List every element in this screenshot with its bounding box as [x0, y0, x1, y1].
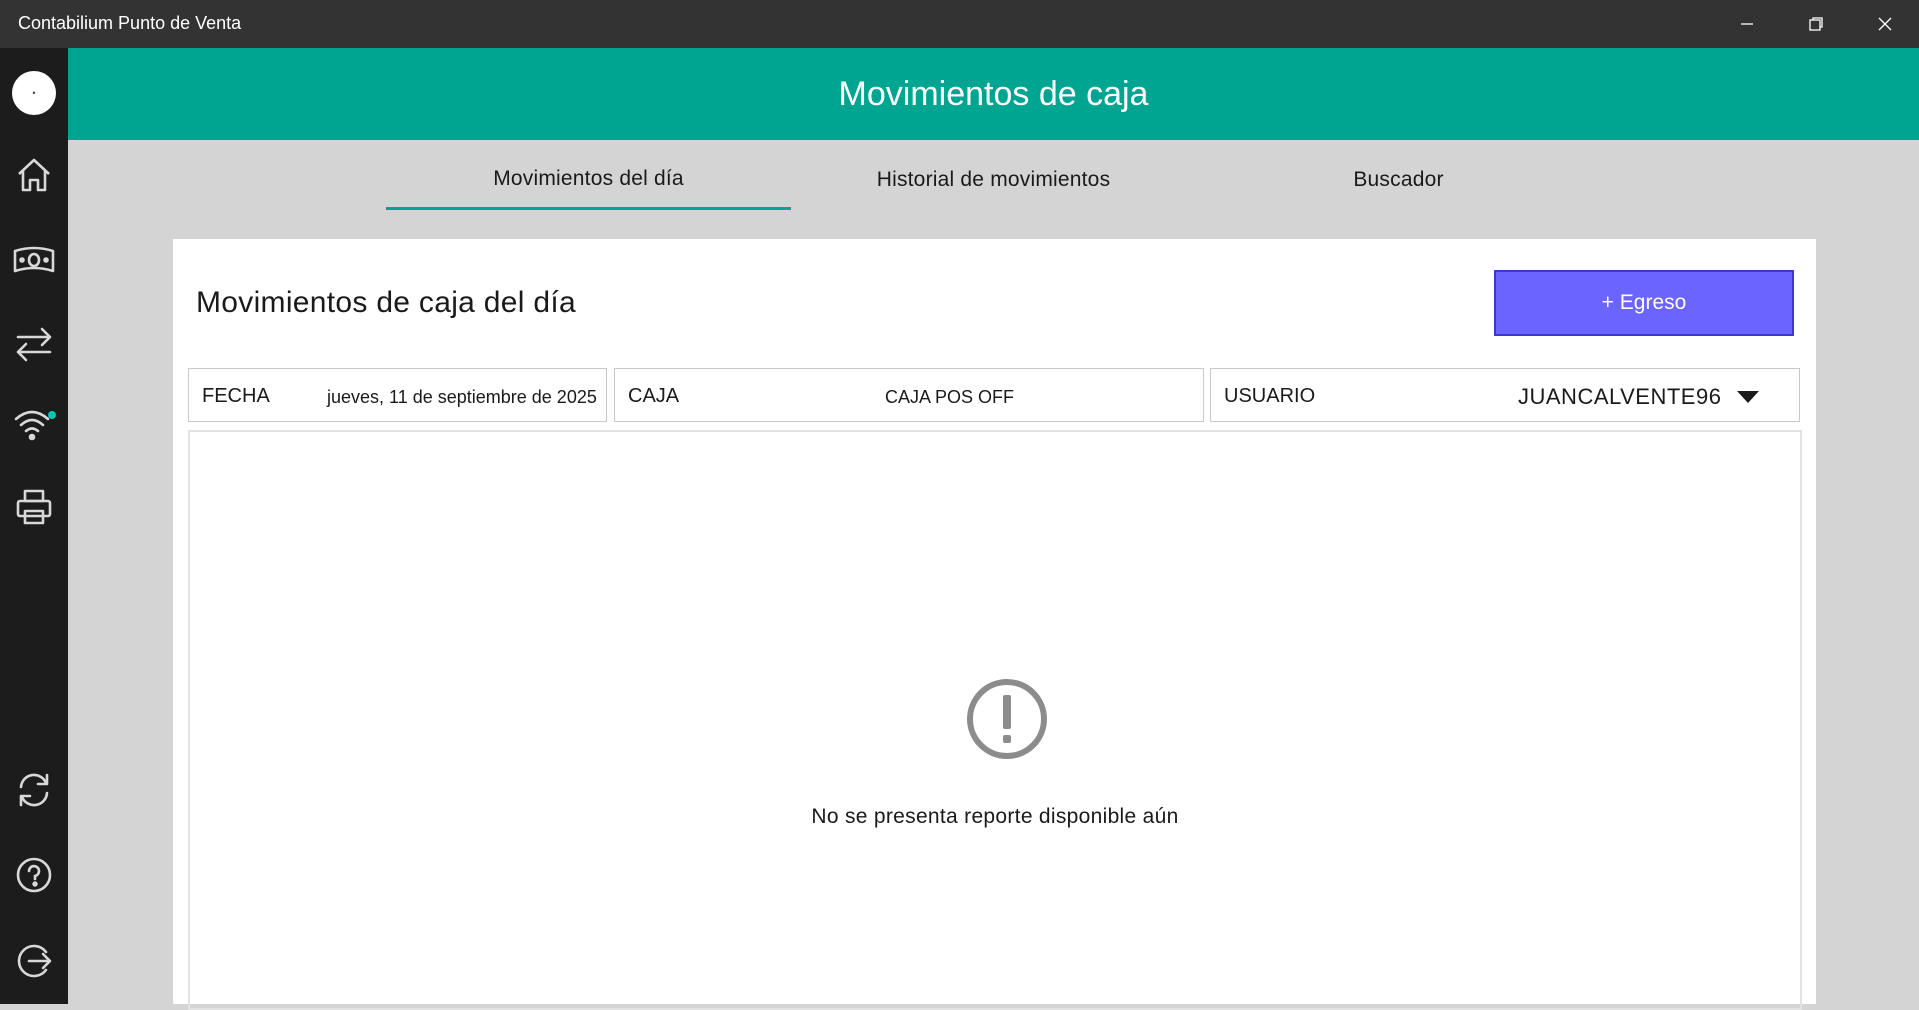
sidebar-item-connection[interactable] — [0, 391, 68, 459]
sidebar-item-print[interactable] — [0, 473, 68, 541]
sidebar-item-home[interactable] — [0, 141, 68, 209]
card-title: Movimientos de caja del día — [196, 286, 576, 319]
page-title: Movimientos de caja — [838, 74, 1149, 113]
tab-label: Buscador — [1353, 168, 1444, 191]
tab-label: Movimientos del día — [493, 166, 684, 190]
sidebar-item-logout[interactable] — [0, 927, 68, 995]
fecha-value: jueves, 11 de septiembre de 2025 — [327, 387, 597, 407]
tab-label: Historial de movimientos — [876, 168, 1111, 191]
tab-historial[interactable]: Historial de movimientos — [791, 150, 1196, 210]
empty-state-message: No se presenta reporte disponible aún — [811, 805, 1179, 828]
report-area: No se presenta reporte disponible aún — [188, 430, 1802, 1010]
fecha-filter[interactable]: FECHA jueves, 11 de septiembre de 2025 — [188, 368, 607, 422]
help-icon — [16, 857, 52, 893]
close-icon — [1878, 17, 1892, 31]
sidebar-item-help[interactable] — [0, 841, 68, 909]
caja-value: CAJA POS OFF — [885, 387, 1015, 407]
caja-label: CAJA — [628, 385, 680, 407]
usuario-select[interactable]: USUARIO JUANCALVENTE96 — [1210, 368, 1800, 422]
add-egreso-button[interactable]: + Egreso — [1494, 270, 1794, 336]
cash-icon — [13, 246, 55, 273]
printer-icon — [16, 489, 52, 525]
sync-icon — [19, 773, 49, 807]
caja-filter[interactable]: CAJA CAJA POS OFF — [614, 368, 1204, 422]
restore-button[interactable] — [1782, 0, 1850, 48]
window-title: Contabilium Punto de Venta — [18, 13, 242, 33]
restore-icon — [1809, 17, 1823, 31]
minimize-button[interactable] — [1713, 0, 1781, 48]
sidebar-item-sync[interactable] — [0, 756, 68, 824]
sidebar-item-cash[interactable] — [0, 226, 68, 294]
logout-icon — [17, 944, 52, 978]
status-dot — [48, 411, 56, 419]
exclamation-circle-icon — [967, 679, 1047, 759]
sidebar: • — [0, 48, 68, 1004]
chevron-down-icon — [1737, 391, 1759, 403]
fecha-label: FECHA — [202, 385, 270, 407]
usuario-label: USUARIO — [1224, 385, 1316, 407]
tab-movimientos-del-dia[interactable]: Movimientos del día — [386, 150, 791, 210]
home-icon — [18, 158, 50, 192]
user-avatar-button[interactable]: • — [0, 59, 68, 127]
sidebar-item-transfers[interactable] — [0, 310, 68, 378]
page-header: Movimientos de caja — [68, 48, 1919, 140]
avatar-text: • — [32, 88, 36, 98]
wifi-icon — [14, 410, 56, 441]
movements-card: Movimientos de caja del día + Egreso FEC… — [173, 239, 1816, 1010]
avatar: • — [12, 71, 56, 115]
usuario-value: JUANCALVENTE96 — [1518, 384, 1722, 409]
tab-buscador[interactable]: Buscador — [1196, 150, 1601, 210]
transfer-arrows-icon — [16, 327, 52, 362]
minimize-icon — [1741, 23, 1753, 25]
close-button[interactable] — [1851, 0, 1919, 48]
window-titlebar: Contabilium Punto de Venta — [0, 0, 1919, 48]
